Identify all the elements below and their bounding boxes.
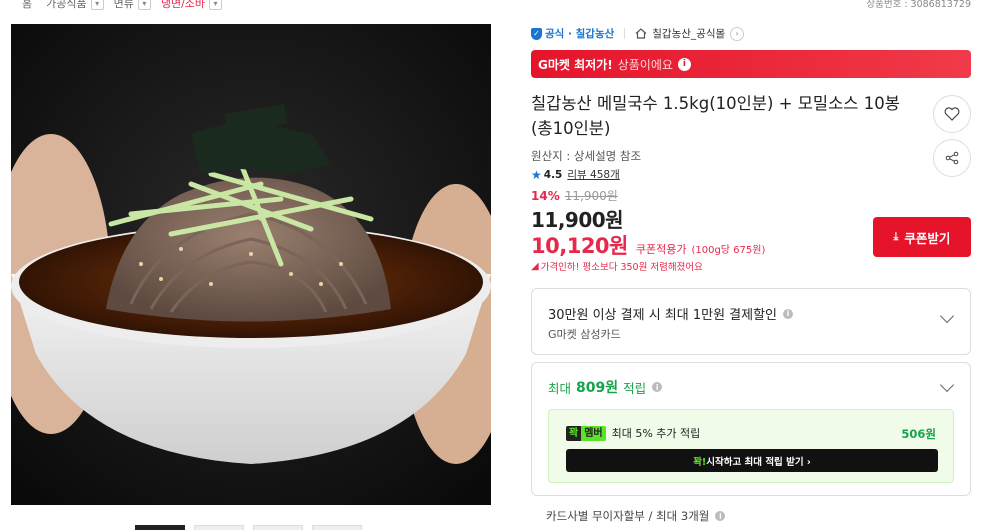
start-text: 시작하고 최대 적립 받기 › bbox=[706, 456, 811, 468]
thumbnail[interactable] bbox=[312, 525, 362, 530]
card-discount-text: 30만원 이상 결제 시 최대 1만원 결제할인 bbox=[548, 308, 778, 323]
lowest-price-sub: 상품이에요 bbox=[617, 57, 673, 72]
coupon-price-label: 쿠폰적용가 bbox=[635, 243, 687, 256]
chevron-down-icon[interactable]: ▾ bbox=[90, 0, 104, 10]
wishlist-button[interactable] bbox=[933, 95, 971, 133]
store-link[interactable]: 칠갑농산_공식몰 › bbox=[635, 26, 745, 41]
info-icon[interactable]: i bbox=[652, 382, 663, 392]
breadcrumb-label[interactable]: 면류 bbox=[114, 0, 134, 11]
thumbnail[interactable] bbox=[194, 525, 244, 530]
lowest-price-strong: G마켓 최저가! bbox=[538, 57, 613, 72]
installment-text: 카드사별 무이자할부 / 최대 3개월 bbox=[546, 509, 710, 523]
start-prefix: 꽉! bbox=[693, 456, 707, 468]
product-page: 홈 가공식품 ▾ 면류 ▾ 냉면/소바 ▾ 상품번호 : 3086813729 bbox=[0, 0, 989, 530]
breadcrumb-item-category[interactable]: 면류 ▾ bbox=[114, 0, 151, 11]
card-discount-box[interactable]: 30만원 이상 결제 시 최대 1만원 결제할인 i G마켓 삼성카드 bbox=[531, 288, 971, 355]
chevron-down-icon[interactable] bbox=[939, 377, 955, 393]
lowest-price-banner: G마켓 최저가! 상품이에요 i bbox=[531, 50, 971, 78]
breadcrumb: 홈 가공식품 ▾ 면류 ▾ 냉면/소바 ▾ bbox=[22, 0, 232, 11]
star-icon: ★ bbox=[531, 167, 542, 182]
noodle-bowl-image bbox=[11, 24, 491, 505]
home-icon bbox=[635, 28, 647, 39]
shield-icon: ✓ bbox=[531, 27, 542, 40]
divider bbox=[624, 28, 626, 39]
points-box: 최대 809원 적립 i 꽉 멤버 최대 5% 추가 적립 506원 꽉! 시작… bbox=[531, 362, 971, 496]
points-amount: 809원 bbox=[576, 380, 619, 396]
coupon-price-row: 10,120원 쿠폰적용가 (100g당 675원) bbox=[531, 230, 765, 260]
points-title: 최대 809원 적립 i bbox=[548, 377, 663, 397]
points-suffix: 적립 bbox=[623, 380, 647, 396]
breadcrumb-label[interactable]: 홈 bbox=[22, 0, 32, 11]
store-label[interactable]: 칠갑농산_공식몰 bbox=[652, 26, 725, 41]
heart-icon bbox=[944, 107, 960, 121]
discount-percent: 14% bbox=[531, 188, 560, 203]
chevron-down-icon[interactable]: ▾ bbox=[209, 0, 223, 10]
membership-panel: 꽉 멤버 최대 5% 추가 적립 506원 꽉! 시작하고 최대 적립 받기 › bbox=[548, 409, 954, 483]
price-drop-notice: ◢ 가격인하! 평소보다 350원 저렴해졌어요 bbox=[531, 259, 703, 274]
points-prefix: 최대 bbox=[548, 380, 572, 396]
breadcrumb-label[interactable]: 가공식품 bbox=[46, 0, 86, 11]
thumbnail[interactable] bbox=[253, 525, 303, 530]
info-icon[interactable]: i bbox=[677, 57, 691, 71]
membership-badge-a: 꽉 bbox=[566, 425, 582, 441]
seller-row: ✓ 공식 · 칠갑농산 칠갑농산_공식몰 › bbox=[531, 24, 971, 43]
sale-price: 11,900원 bbox=[531, 208, 624, 232]
product-title: 칠갑농산 메밀국수 1.5kg(10인분) + 모밀소스 10봉 (총10인분) bbox=[531, 94, 900, 138]
membership-start-button[interactable]: 꽉! 시작하고 최대 적립 받기 › bbox=[566, 449, 938, 472]
rating-score: 4.5 bbox=[543, 168, 563, 181]
down-arrow-icon: ◢ bbox=[531, 260, 539, 272]
card-name: G마켓 삼성카드 bbox=[548, 328, 621, 341]
download-icon: ⤓ bbox=[893, 230, 899, 243]
official-seller-link[interactable]: ✓ 공식 · 칠갑농산 bbox=[531, 26, 614, 41]
thumbnail[interactable] bbox=[135, 525, 185, 530]
breadcrumb-item-home[interactable]: 홈 bbox=[22, 0, 36, 11]
info-icon[interactable]: i bbox=[715, 511, 726, 521]
membership-text: 최대 5% 추가 적립 bbox=[611, 427, 701, 440]
coupon-price: 10,120원 bbox=[531, 234, 628, 258]
membership-row: 꽉 멤버 최대 5% 추가 적립 bbox=[566, 425, 700, 441]
membership-badge-b: 멤버 bbox=[581, 425, 606, 441]
origin-text: 원산지 : 상세설명 참조 bbox=[531, 149, 642, 163]
coupon-button-label: 쿠폰받기 bbox=[904, 230, 951, 246]
breadcrumb-item-category[interactable]: 냉면/소바 ▾ bbox=[161, 0, 223, 11]
membership-badge: 꽉 멤버 bbox=[566, 425, 606, 441]
info-icon[interactable]: i bbox=[783, 308, 794, 319]
card-discount-title: 30만원 이상 결제 시 최대 1만원 결제할인 i bbox=[548, 304, 794, 323]
chevron-down-icon[interactable] bbox=[939, 308, 955, 324]
product-main-image[interactable] bbox=[11, 24, 491, 505]
chevron-down-icon[interactable]: ▾ bbox=[137, 0, 151, 10]
membership-amount: 506원 bbox=[901, 427, 936, 441]
chevron-right-icon[interactable]: › bbox=[730, 26, 745, 41]
discount-row: 14% 11,900원 bbox=[531, 187, 618, 204]
share-icon bbox=[945, 151, 959, 165]
rating-row: ★ 4.5 리뷰 458개 bbox=[531, 167, 620, 182]
unit-price: (100g당 675원) bbox=[691, 245, 766, 256]
official-label[interactable]: 공식 · 칠갑농산 bbox=[545, 26, 614, 41]
breadcrumb-item-category[interactable]: 가공식품 ▾ bbox=[46, 0, 104, 11]
product-info: ✓ 공식 · 칠갑농산 칠갑농산_공식몰 › G마켓 최저가! 상품이에요 i … bbox=[531, 24, 971, 523]
price-drop-text: 가격인하! 평소보다 350원 저렴해졌어요 bbox=[540, 262, 703, 273]
original-price: 11,900원 bbox=[564, 189, 618, 203]
product-number: 상품번호 : 3086813729 bbox=[866, 0, 971, 10]
coupon-download-button[interactable]: ⤓ 쿠폰받기 bbox=[873, 217, 971, 257]
breadcrumb-label[interactable]: 냉면/소바 bbox=[161, 0, 205, 11]
review-link[interactable]: 리뷰 458개 bbox=[567, 167, 619, 182]
share-button[interactable] bbox=[933, 139, 971, 177]
installment-row: 카드사별 무이자할부 / 최대 3개월 i bbox=[546, 508, 726, 524]
thumbnail-strip bbox=[135, 525, 362, 530]
